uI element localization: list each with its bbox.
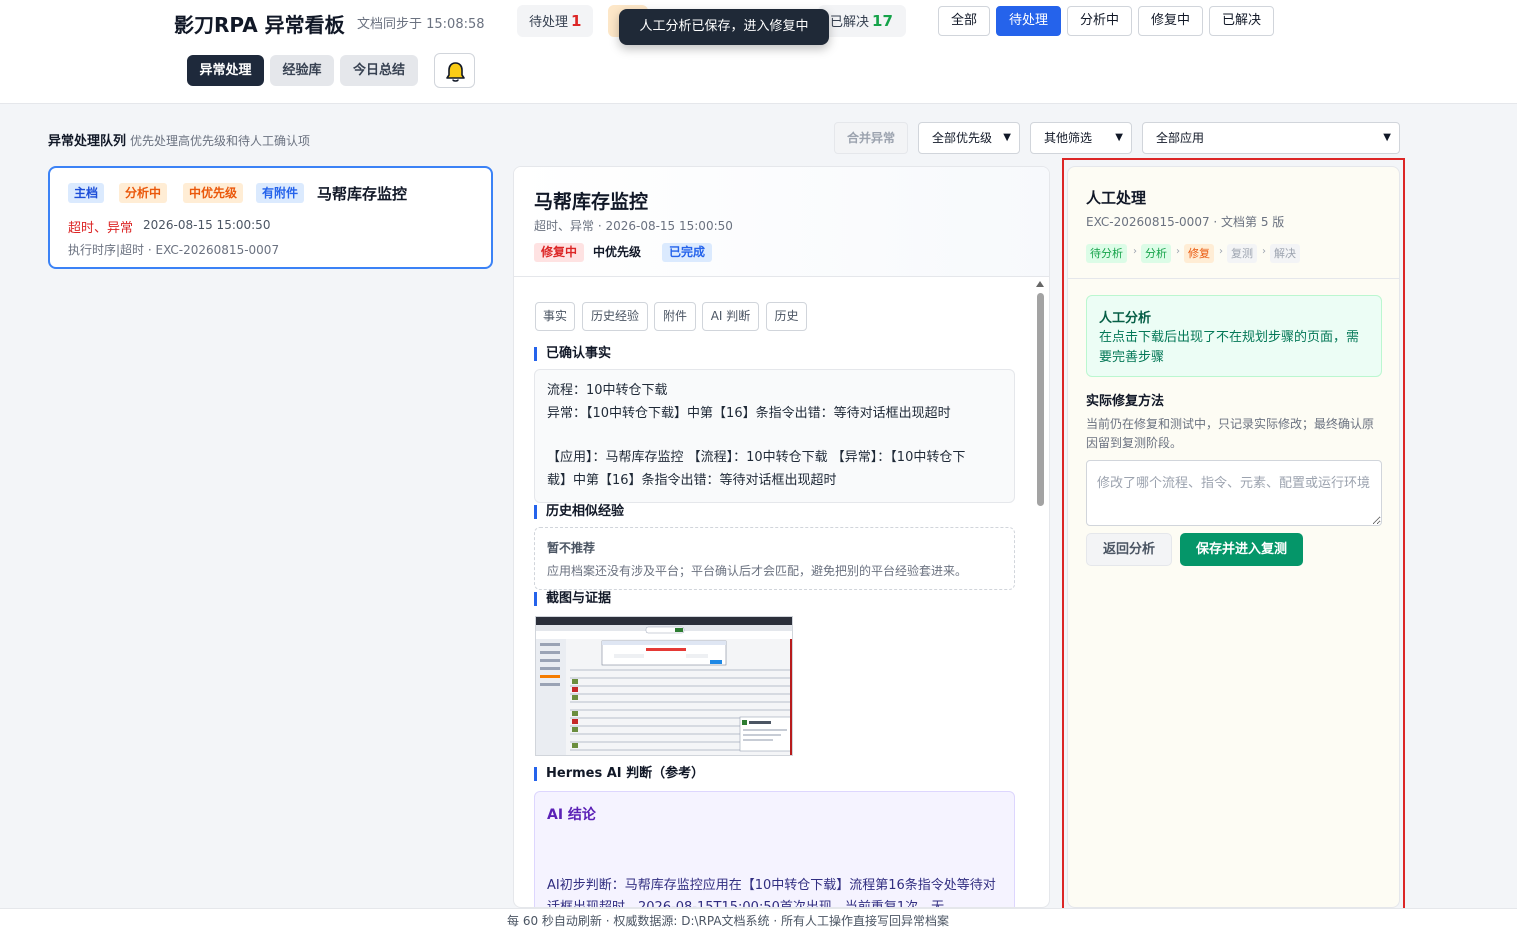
scrollbar-thumb[interactable]: [1037, 293, 1044, 506]
priority-select[interactable]: 全部优先级 ▼: [918, 122, 1020, 154]
tag-priority: 中优先级: [183, 183, 244, 203]
detail-panel: 马帮库存监控 超时、异常 · 2026-08-15 15:00:50 修复中 中…: [513, 166, 1050, 908]
tag-analyzing: 分析中: [119, 183, 168, 203]
history-experience-title: 暂不推荐: [547, 541, 596, 555]
tab-daily-summary[interactable]: 今日总结: [340, 55, 418, 86]
notification-bell-button[interactable]: [434, 53, 475, 88]
confirmed-facts-box: 流程：10中转仓下载 异常：【10中转仓下载】中第【16】条指令出错：等待对话框…: [534, 369, 1015, 503]
evidence-heading: 截图与证据: [534, 592, 611, 606]
filter-resolved-button[interactable]: 已解决: [1209, 6, 1274, 36]
queue-title-text: 异常处理队列: [48, 134, 127, 149]
subtab-history-experience[interactable]: 历史经验: [582, 302, 648, 331]
priority-badge: 中优先级: [593, 245, 642, 259]
status-badge-repairing: 修复中: [534, 243, 585, 262]
filter-analyzing-button[interactable]: 分析中: [1067, 6, 1132, 36]
subtab-history[interactable]: 历史: [766, 302, 807, 331]
bell-icon: [446, 62, 465, 82]
stat-resolved[interactable]: 已解决 17: [818, 5, 906, 37]
evidence-screenshot-thumbnail[interactable]: [535, 616, 793, 756]
queue-subtitle: 优先处理高优先级和待人工确认项: [130, 134, 311, 148]
top-header: 影刀RPA 异常看板 文档同步于 15:08:58 待处理 1 已解决 17 人工分…: [0, 0, 1517, 104]
chevron-down-icon: ▼: [1383, 132, 1391, 143]
chevron-down-icon: ▼: [1115, 132, 1123, 143]
footer: 每 60 秒自动刷新 · 权威数据源: D:\RPA文档系统 · 所有人工操作直…: [0, 908, 1517, 932]
fact-line: 异常：【10中转仓下载】中第【16】条指令出错：等待对话框出现超时: [547, 405, 951, 421]
stat-pending[interactable]: 待处理 1: [517, 5, 594, 37]
other-filter-select[interactable]: 其他筛选 ▼: [1030, 122, 1132, 154]
detail-subtitle: 超时、异常 · 2026-08-15 15:00:50: [534, 219, 733, 233]
queue-title: 异常处理队列 优先处理高优先级和待人工确认项: [48, 130, 310, 149]
ai-conclusion-text: AI初步判断：马帮库存监控应用在【10中转仓下载】流程第16条指令处等待对话框出…: [547, 878, 996, 908]
detail-scrollbar[interactable]: [1035, 281, 1046, 908]
screenshot-image: [536, 617, 792, 755]
filter-all-button[interactable]: 全部: [938, 6, 990, 36]
history-experience-box: 暂不推荐 应用档案还没有涉及平台；平台确认后才会匹配，避免把别的平台经验套进来。: [534, 527, 1015, 590]
priority-select-value: 全部优先级: [932, 131, 993, 145]
card-meta: 执行时序|超时 · EXC-20260815-0007: [68, 243, 280, 257]
other-filter-select-value: 其他筛选: [1044, 131, 1093, 145]
status-badge-done: 已完成: [662, 243, 713, 262]
card-title: 马帮库存监控: [317, 185, 408, 203]
fact-line: 【应用】：马帮库存监控 【流程】：10中转仓下载 【异常】：【10中转仓下: [547, 450, 966, 465]
ai-conclusion-title: AI 结论: [547, 807, 596, 823]
ai-conclusion-box: AI 结论 AI初步判断：马帮库存监控应用在【10中转仓下载】流程第16条指令处…: [534, 791, 1015, 908]
toast-notification: 人工分析已保存，进入修复中: [619, 9, 829, 45]
highlight-outline: [1062, 158, 1405, 919]
history-experience-heading: 历史相似经验: [534, 505, 624, 519]
app-select-value: 全部应用: [1156, 131, 1205, 145]
tag-has-attachment: 有附件: [256, 183, 305, 203]
card-status: 超时、异常: [68, 221, 134, 236]
scroll-up-arrow-icon[interactable]: [1036, 281, 1044, 287]
history-experience-text: 应用档案还没有涉及平台；平台确认后才会匹配，避免把别的平台经验套进来。: [547, 564, 968, 578]
card-time: 2026-08-15 15:00:50: [143, 218, 271, 232]
app-select[interactable]: 全部应用 ▼: [1142, 122, 1400, 154]
detail-title: 马帮库存监控: [534, 191, 649, 213]
stat-resolved-label: 已解决: [830, 15, 870, 30]
subtab-ai-judgment[interactable]: AI 判断: [702, 302, 759, 331]
tab-experience-library[interactable]: 经验库: [270, 55, 334, 86]
filter-repairing-button[interactable]: 修复中: [1138, 6, 1203, 36]
fact-line: 流程：10中转仓下载: [547, 383, 668, 398]
confirmed-facts-heading: 已确认事实: [534, 347, 611, 361]
tab-exception-handling[interactable]: 异常处理: [187, 55, 264, 86]
stat-pending-count: 1: [571, 12, 582, 30]
sync-status: 文档同步于 15:08:58: [357, 17, 485, 32]
stat-resolved-count: 17: [872, 12, 893, 30]
subtab-facts[interactable]: 事实: [535, 302, 575, 331]
subtab-attachments[interactable]: 附件: [654, 302, 696, 331]
tag-main-record: 主档: [68, 183, 105, 203]
chevron-down-icon: ▼: [1003, 132, 1011, 143]
app-title: 影刀RPA 异常看板: [174, 13, 345, 37]
detail-header: 马帮库存监控 超时、异常 · 2026-08-15 15:00:50 修复中 中…: [514, 167, 1049, 277]
stat-pending-label: 待处理: [529, 15, 569, 30]
ai-judgment-heading: Hermes AI 判断（参考）: [534, 767, 704, 781]
filter-pending-button[interactable]: 待处理: [996, 6, 1061, 36]
footer-text: 每 60 秒自动刷新 · 权威数据源: D:\RPA文档系统 · 所有人工操作直…: [507, 914, 949, 928]
exception-card[interactable]: 主档 分析中 中优先级 有附件 马帮库存监控 超时、异常 2026-08-15 …: [48, 166, 493, 269]
merge-exceptions-button[interactable]: 合并异常: [834, 122, 908, 154]
fact-line: 载】中第【16】条指令出错：等待对话框出现超时: [547, 472, 837, 488]
